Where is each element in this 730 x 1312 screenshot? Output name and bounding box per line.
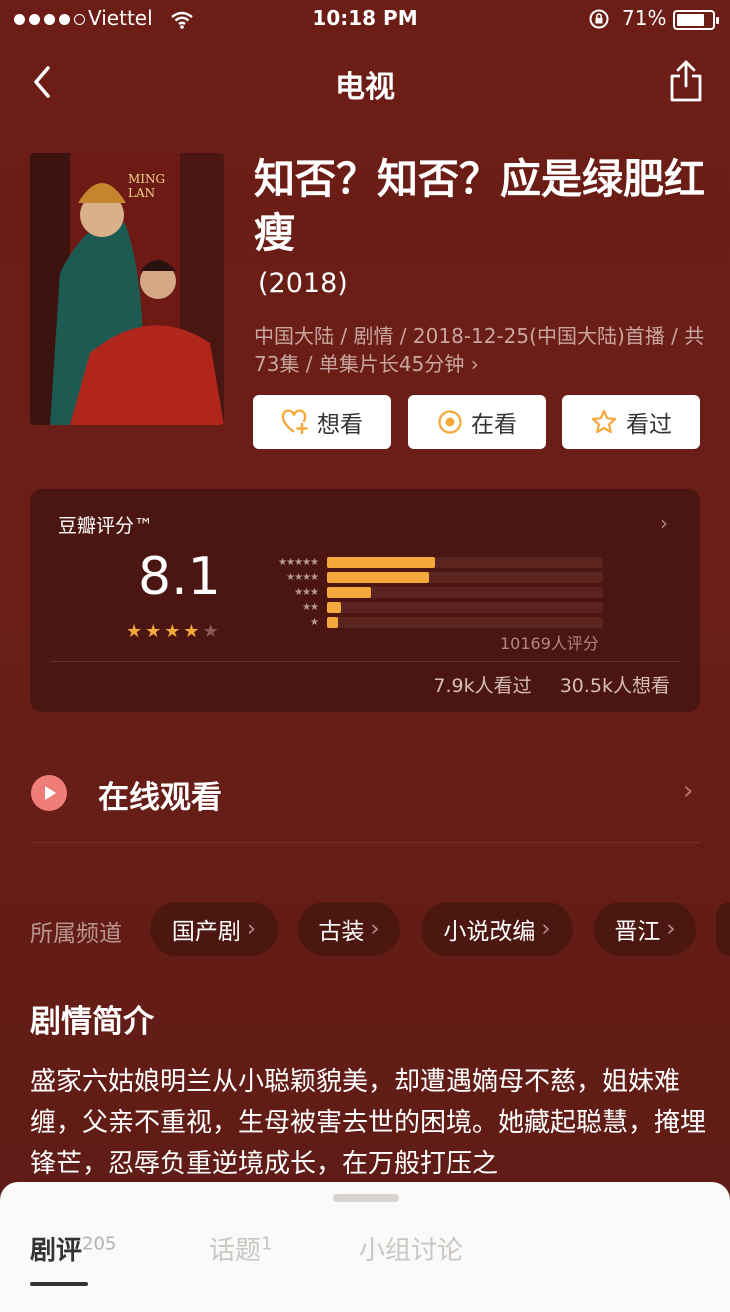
channel-label: 小说改编 (443, 919, 536, 945)
chevron-right-icon: › (541, 916, 551, 942)
rating-row-1: ★ (250, 615, 603, 629)
rotation-lock-icon (589, 9, 609, 29)
rating-label: 豆瓣评分™ (58, 515, 154, 537)
tab-label: 剧评 (30, 1236, 83, 1266)
rating-bar-5 (327, 556, 435, 568)
rating-card[interactable]: 豆瓣评分™ › 8.1 ★ ★ ★ ★ ★ ★★★★★ ★★★★ ★★★ ★★ ★ 10… (30, 489, 700, 712)
rating-votes: 10169人评分 (500, 634, 599, 653)
status-bar: Viettel 10:18 PM 71% (0, 0, 730, 40)
battery-icon (673, 10, 719, 30)
four-star-icon: ★★★★ (286, 571, 319, 583)
watched-button[interactable]: 看过 (562, 395, 700, 449)
tab-reviews[interactable]: 剧评205 (30, 1230, 116, 1267)
star-filled-icon: ★ (145, 621, 162, 642)
watch-online-link[interactable]: 在线观看 (98, 772, 222, 817)
star-filled-icon: ★ (126, 621, 143, 642)
want-to-watch-label: 想看 (317, 412, 363, 438)
tab-count: 1 (261, 1233, 273, 1255)
poster-image[interactable]: MING LAN (30, 153, 224, 425)
channel-chip[interactable]: 小说改编 › (421, 902, 573, 956)
svg-text:MING: MING (128, 172, 165, 186)
share-icon[interactable] (666, 58, 706, 104)
watched-label: 看过 (626, 412, 672, 438)
synopsis-title: 剧情简介 (30, 1004, 154, 1040)
show-year: (2018) (258, 268, 348, 299)
clock: 10:18 PM (312, 6, 418, 30)
star-filled-icon: ★ (183, 621, 200, 642)
chevron-right-icon: › (370, 916, 380, 942)
battery-percent: 71% (622, 6, 667, 30)
target-icon (438, 410, 462, 434)
show-title: 知否？知否？应是绿肥红瘦 (254, 155, 705, 257)
chevron-right-icon[interactable]: › (683, 776, 693, 806)
rating-row-5: ★★★★★ (250, 555, 603, 569)
channel-label: 国产剧 (171, 919, 241, 945)
watched-count: 7.9k人看过 (433, 675, 532, 697)
rating-row-4: ★★★★ (250, 570, 603, 584)
wishlist-count: 30.5k人想看 (559, 675, 670, 697)
chevron-right-icon: › (246, 916, 257, 942)
tab-label: 小组讨论 (359, 1236, 464, 1266)
channel-chip[interactable]: 晋江 › (594, 902, 696, 956)
rating-bar-4 (327, 571, 430, 583)
tab-topics[interactable]: 话题1 (209, 1230, 272, 1267)
channel-chip[interactable]: 古装 › (298, 902, 400, 956)
star-filled-icon: ★ (164, 621, 181, 642)
rating-score: 8.1 (138, 547, 221, 607)
svg-text:LAN: LAN (128, 186, 155, 200)
tab-group-discussion[interactable]: 小组讨论 (359, 1230, 463, 1267)
rating-footer: 7.9k人看过 30.5k人想看 (30, 671, 670, 698)
rating-bar-3 (327, 586, 372, 598)
rating-row-2: ★★ (250, 600, 603, 614)
tab-count: 205 (82, 1233, 117, 1255)
channel-chip-more[interactable] (716, 902, 730, 956)
star-empty-icon: ★ (202, 621, 219, 642)
channels-label: 所属频道 (30, 921, 122, 947)
one-star-icon: ★ (310, 616, 319, 628)
five-star-icon: ★★★★★ (278, 556, 319, 568)
three-star-icon: ★★★ (294, 586, 319, 598)
drag-handle[interactable] (333, 1194, 399, 1202)
show-meta[interactable]: 中国大陆 / 剧情 / 2018-12-25(中国大陆)首播 / 共73集 / … (254, 322, 714, 378)
channel-chip[interactable]: 国产剧 › (150, 902, 278, 956)
page-title: 电视 (335, 70, 395, 105)
watching-button[interactable]: 在看 (408, 395, 546, 449)
channel-label: 古装 (318, 919, 365, 945)
want-to-watch-button[interactable]: 想看 (253, 395, 391, 449)
synopsis-text: 盛家六姑娘明兰从小聪颖貌美，却遭遇嫡母不慈，姐妹难缠，父亲不重视，生母被害去世的… (30, 1067, 707, 1179)
rating-stars: ★ ★ ★ ★ ★ (126, 621, 219, 642)
rating-bar-1 (327, 616, 339, 628)
star-outline-icon (591, 409, 617, 434)
two-star-icon: ★★ (302, 601, 319, 613)
rating-row-3: ★★★ (250, 585, 603, 599)
chevron-right-icon[interactable]: › (660, 511, 668, 535)
divider (50, 661, 680, 662)
bottom-sheet[interactable]: 剧评205 话题1 小组讨论 (0, 1182, 730, 1312)
watching-label: 在看 (471, 412, 517, 438)
divider (30, 842, 700, 843)
heart-plus-icon (281, 409, 308, 435)
play-icon[interactable] (31, 775, 67, 811)
channel-label: 晋江 (614, 919, 661, 945)
tab-underline (30, 1282, 88, 1286)
rating-bar-2 (327, 601, 341, 613)
tab-label: 话题 (209, 1236, 262, 1266)
chevron-right-icon: › (666, 916, 676, 942)
